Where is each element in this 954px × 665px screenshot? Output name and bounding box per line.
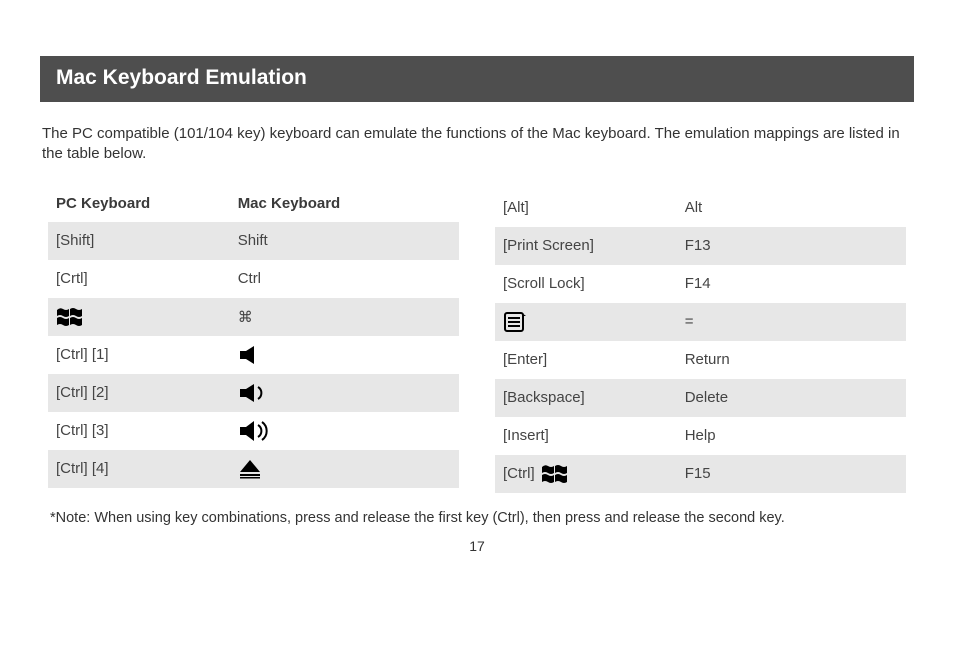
pc-key-text: [Crtl] (56, 270, 88, 287)
table-right: [Alt] Alt [Print Screen] F13 [Scroll Lock] F1… (495, 189, 906, 493)
table-row: [Enter] Return (495, 341, 906, 379)
table-row: = (495, 303, 906, 341)
pc-cell: [Crtl] (56, 270, 238, 287)
windows-icon (56, 306, 82, 328)
table-row: [Ctrl] [1] (48, 336, 459, 374)
pc-cell: [Insert] (503, 427, 685, 444)
mac-key-text: ⌘ (238, 308, 253, 326)
mac-cell: F15 (685, 465, 898, 482)
mac-key-text: F14 (685, 275, 711, 292)
pc-key-text: [Ctrl] [3] (56, 422, 109, 439)
pc-cell: [Ctrl] [3] (56, 422, 238, 439)
mac-cell: Shift (238, 232, 451, 249)
table-row: [Alt] Alt (495, 189, 906, 227)
pc-key-text: [Insert] (503, 427, 549, 444)
mac-key-text: = (685, 313, 694, 330)
table-row: [Shift] Shift (48, 222, 459, 260)
mac-key-text: Ctrl (238, 270, 261, 287)
table-row: [Backspace] Delete (495, 379, 906, 417)
pc-key-text: [Alt] (503, 199, 529, 216)
speaker-mute-icon (238, 345, 268, 365)
pc-cell: [Shift] (56, 232, 238, 249)
pc-key-text: [Ctrl] [4] (56, 460, 109, 477)
mac-key-text: Shift (238, 232, 268, 249)
mac-cell: Delete (685, 389, 898, 406)
mac-key-text: Return (685, 351, 730, 368)
eject-icon (238, 458, 262, 480)
speaker-low-icon (238, 382, 272, 404)
table-row: [Insert] Help (495, 417, 906, 455)
pc-key-text: [Enter] (503, 351, 547, 368)
header-pc: PC Keyboard (56, 195, 238, 212)
table-header-row: PC Keyboard Mac Keyboard (48, 189, 459, 222)
section-title-bar: Mac Keyboard Emulation (40, 56, 914, 102)
intro-paragraph: The PC compatible (101/104 key) keyboard… (40, 124, 914, 165)
footnote: *Note: When using key combinations, pres… (40, 509, 914, 529)
pc-key-text: [Scroll Lock] (503, 275, 585, 292)
pc-cell (56, 306, 238, 328)
mac-cell: F13 (685, 237, 898, 254)
mac-key-text: F13 (685, 237, 711, 254)
mac-cell: Alt (685, 199, 898, 216)
mac-key-text: F15 (685, 465, 711, 482)
table-row: [Ctrl] [3] (48, 412, 459, 450)
page-number: 17 (40, 538, 914, 554)
pc-cell (503, 310, 685, 334)
document-page: Mac Keyboard Emulation The PC compatible… (0, 0, 954, 574)
mac-cell (238, 458, 451, 480)
mac-key-text: Help (685, 427, 716, 444)
table-row: [Ctrl] F15 (495, 455, 906, 493)
mac-cell: Ctrl (238, 270, 451, 287)
pc-key-text: [Shift] (56, 232, 94, 249)
table-row: [Ctrl] [2] (48, 374, 459, 412)
mac-cell (238, 419, 451, 443)
mac-cell (238, 345, 451, 365)
pc-key-text: [Ctrl] [2] (56, 384, 109, 401)
pc-cell: [Alt] (503, 199, 685, 216)
mac-cell: = (685, 313, 898, 330)
header-mac: Mac Keyboard (238, 195, 451, 212)
mac-cell: ⌘ (238, 308, 451, 326)
menu-icon (503, 310, 527, 334)
pc-cell: [Scroll Lock] (503, 275, 685, 292)
pc-cell: [Enter] (503, 351, 685, 368)
table-row: [Ctrl] [4] (48, 450, 459, 488)
mac-cell: F14 (685, 275, 898, 292)
speaker-high-icon (238, 419, 276, 443)
pc-key-text: [Backspace] (503, 389, 585, 406)
table-row: [Print Screen] F13 (495, 227, 906, 265)
pc-key-text: [Ctrl] [1] (56, 346, 109, 363)
pc-cell: [Ctrl] [4] (56, 460, 238, 477)
mapping-tables: PC Keyboard Mac Keyboard [Shift] Shift [Cr… (40, 189, 914, 493)
mac-cell: Return (685, 351, 898, 368)
windows-icon (541, 463, 567, 485)
mac-key-text: Delete (685, 389, 728, 406)
pc-cell: [Print Screen] (503, 237, 685, 254)
table-row: ⌘ (48, 298, 459, 336)
table-row: [Crtl] Ctrl (48, 260, 459, 298)
pc-cell: [Backspace] (503, 389, 685, 406)
pc-cell: [Ctrl] [2] (56, 384, 238, 401)
table-row: [Scroll Lock] F14 (495, 265, 906, 303)
pc-key-text: [Ctrl] (503, 465, 535, 482)
pc-cell: [Ctrl] [1] (56, 346, 238, 363)
mac-cell: Help (685, 427, 898, 444)
pc-key-text: [Print Screen] (503, 237, 594, 254)
section-title: Mac Keyboard Emulation (56, 66, 307, 89)
pc-cell: [Ctrl] (503, 463, 685, 485)
mac-key-text: Alt (685, 199, 703, 216)
mac-cell (238, 382, 451, 404)
table-left: PC Keyboard Mac Keyboard [Shift] Shift [Cr… (48, 189, 459, 493)
